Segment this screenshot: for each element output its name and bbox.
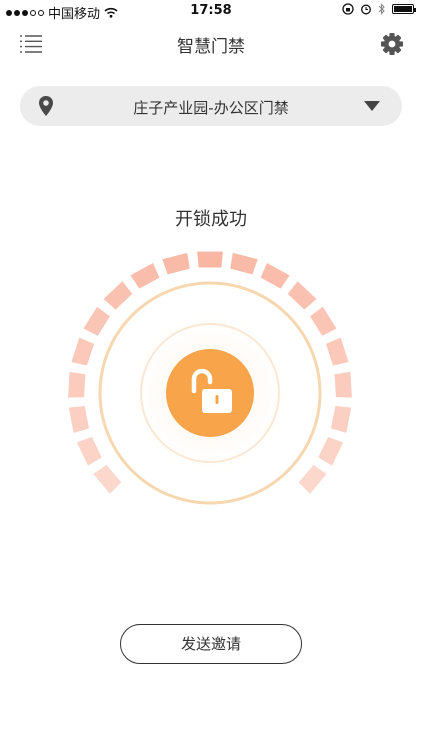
- alarm-icon: [361, 4, 371, 15]
- progress-segment: [162, 252, 190, 275]
- page-title: 智慧门禁: [177, 37, 245, 57]
- progress-segment: [330, 405, 352, 433]
- unlock-status: 开锁成功: [175, 209, 247, 230]
- unlock-button[interactable]: [166, 349, 254, 437]
- progress-segment: [230, 252, 258, 275]
- progress-segment: [68, 405, 90, 433]
- progress-segment: [130, 262, 160, 289]
- progress-segment: [260, 262, 290, 289]
- unlock-dial: [68, 251, 352, 505]
- progress-segment: [287, 281, 317, 310]
- progress-segment: [83, 306, 110, 336]
- progress-segment: [76, 436, 102, 466]
- status-bar: 中国移动 17:58: [0, 0, 422, 22]
- orientation-lock-icon: [342, 3, 354, 15]
- location-selector[interactable]: 庄子产业园-办公区门禁: [20, 86, 402, 126]
- progress-segment: [71, 337, 94, 366]
- bluetooth-icon: [378, 3, 385, 15]
- progress-segment: [68, 371, 86, 398]
- progress-segment: [93, 464, 122, 494]
- nav-bar: 智慧门禁: [0, 22, 422, 66]
- progress-segment: [310, 306, 337, 336]
- battery-icon: [392, 4, 416, 14]
- send-invite-button[interactable]: 发送邀请: [120, 624, 302, 664]
- system-indicators: [342, 3, 416, 15]
- gear-icon[interactable]: [380, 32, 404, 56]
- progress-segment: [103, 281, 133, 310]
- selected-location: 庄子产业园-办公区门禁: [133, 99, 289, 117]
- progress-segment: [326, 337, 349, 366]
- progress-segment: [318, 436, 344, 466]
- progress-segment: [298, 464, 327, 494]
- progress-segment: [334, 371, 352, 398]
- triangle-down-icon: [364, 101, 380, 111]
- progress-segment: [197, 251, 223, 268]
